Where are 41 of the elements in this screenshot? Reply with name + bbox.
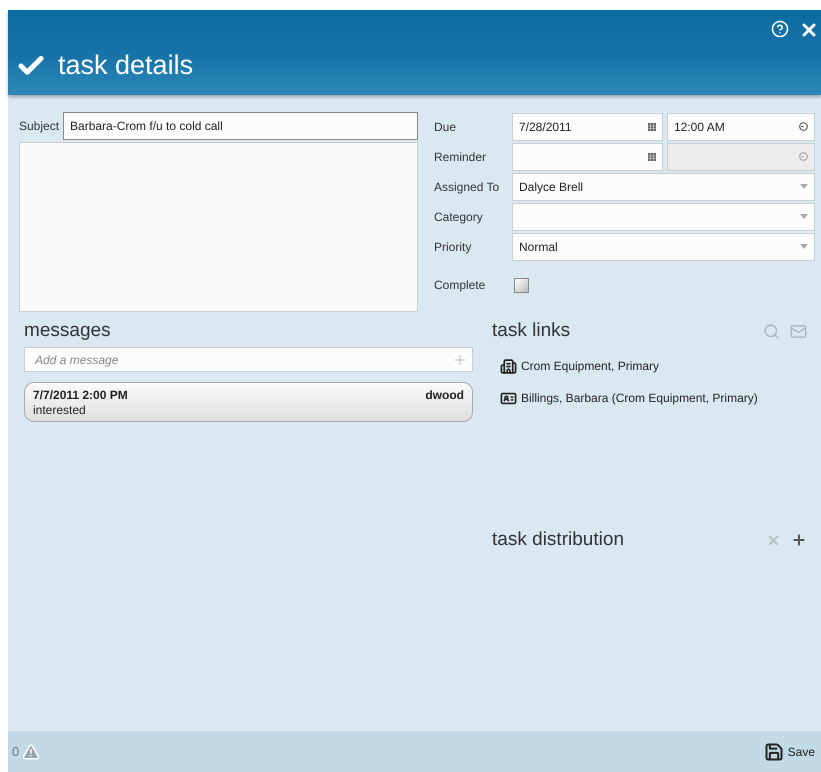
message-author: dwood — [425, 388, 464, 402]
window-title: task details — [58, 50, 194, 81]
section-heading: messages — [24, 320, 112, 342]
dropdown-field[interactable] — [512, 202, 815, 230]
search-icon[interactable] — [763, 322, 780, 340]
field-label: Assigned To — [433, 180, 500, 194]
dropdown-field[interactable]: Dalyce Brell — [512, 172, 815, 200]
dropdown-field[interactable]: Normal — [512, 232, 815, 260]
section-heading: task links — [492, 320, 570, 342]
field-label: Category — [433, 210, 484, 224]
subject-field[interactable]: Barbara-Crom f/u to cold call — [63, 112, 418, 140]
warning-icon[interactable] — [22, 742, 40, 760]
warning-count: 0 — [12, 744, 20, 759]
field-label: Due — [433, 120, 458, 134]
task-link[interactable]: Billings, Barbara (Crom Equipment, Primary) — [521, 391, 758, 405]
message-text: interested — [33, 403, 87, 417]
task-link[interactable]: Crom Equipment, Primary — [521, 359, 660, 373]
time-field[interactable]: 12:00 AM — [667, 112, 815, 140]
checkbox[interactable] — [514, 278, 529, 292]
message-time: 7/7/2011 2:00 PM — [33, 388, 128, 402]
date-field[interactable] — [512, 142, 663, 170]
dropdown-caret-icon[interactable] — [800, 184, 808, 189]
clock-icon[interactable] — [799, 122, 808, 131]
dropdown-caret-icon[interactable] — [800, 214, 808, 219]
id-card-icon — [500, 390, 517, 406]
calendar-icon[interactable] — [648, 152, 656, 160]
calendar-icon[interactable] — [648, 122, 656, 130]
building-icon — [500, 358, 517, 374]
date-field[interactable]: 7/28/2011 — [512, 112, 663, 140]
save-button[interactable]: Save — [764, 742, 815, 762]
mail-icon[interactable] — [790, 322, 807, 340]
dropdown-caret-icon[interactable] — [800, 244, 808, 249]
help-icon[interactable] — [771, 20, 789, 38]
subject-label: Subject — [19, 119, 60, 133]
field-label: Complete — [433, 278, 486, 292]
section-heading: task distribution — [492, 529, 624, 551]
add-icon[interactable] — [791, 532, 807, 548]
save-icon — [764, 742, 784, 762]
field-label: Priority — [433, 240, 472, 254]
notes-field[interactable] — [19, 142, 418, 312]
field-label: Reminder — [433, 150, 488, 164]
